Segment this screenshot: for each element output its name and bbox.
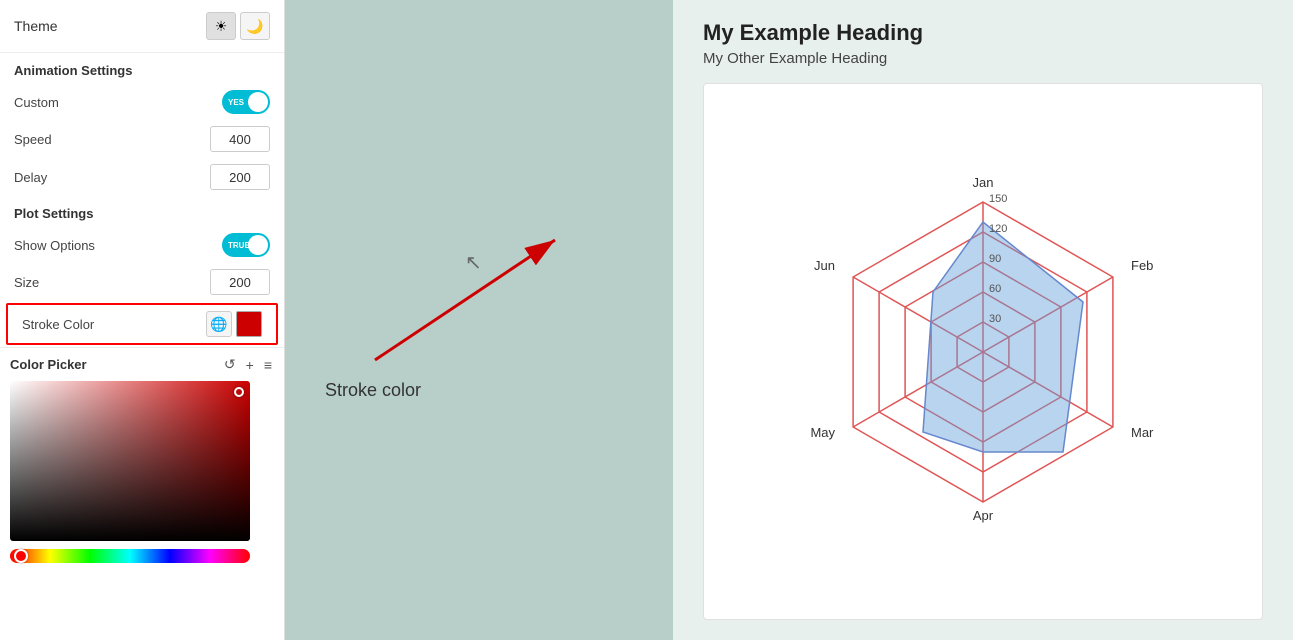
grid-value-150: 150 (989, 193, 1007, 205)
chart-container: 150 120 90 60 30 Jan Feb Mar Apr May Jun (703, 83, 1263, 620)
speed-row: Speed (0, 120, 284, 158)
gradient-cursor[interactable] (234, 387, 244, 397)
custom-row: Custom YES (0, 84, 284, 120)
label-apr: Apr (973, 508, 994, 523)
label-mar: Mar (1131, 425, 1154, 440)
grid-value-30: 30 (989, 313, 1001, 325)
animation-settings-title: Animation Settings (0, 53, 284, 84)
custom-toggle-text: YES (228, 98, 244, 107)
globe-button[interactable]: 🌐 (206, 311, 232, 337)
theme-toggle-group: ☀ 🌙 (206, 12, 270, 40)
show-options-row: Show Options TRUE (0, 227, 284, 263)
size-input[interactable] (210, 269, 270, 295)
color-picker-section: Color Picker ↺ + ≡ (0, 347, 284, 577)
delay-row: Delay (0, 158, 284, 196)
theme-label: Theme (14, 18, 58, 34)
color-picker-header: Color Picker ↺ + ≡ (10, 356, 274, 373)
custom-label: Custom (14, 95, 59, 110)
color-picker-title: Color Picker (10, 357, 87, 372)
custom-toggle[interactable]: YES (222, 90, 270, 114)
show-options-toggle-text: TRUE (228, 241, 250, 250)
size-row: Size (0, 263, 284, 301)
theme-dark-button[interactable]: 🌙 (240, 12, 270, 40)
grid-value-120: 120 (989, 223, 1007, 235)
chart-sub-heading: My Other Example Heading (703, 50, 1263, 67)
undo-button[interactable]: ↺ (222, 356, 238, 373)
speed-label: Speed (14, 132, 52, 147)
right-panel: My Example Heading My Other Example Head… (673, 0, 1293, 640)
menu-button[interactable]: ≡ (262, 357, 274, 373)
chart-main-heading: My Example Heading (703, 20, 1263, 46)
label-may: May (810, 425, 835, 440)
stroke-color-row: Stroke Color 🌐 (6, 303, 278, 345)
arrow-svg (315, 200, 565, 400)
show-options-toggle[interactable]: TRUE (222, 233, 270, 257)
color-gradient[interactable] (10, 381, 250, 541)
radar-chart: 150 120 90 60 30 Jan Feb Mar Apr May Jun (753, 132, 1213, 572)
grid-value-90: 90 (989, 253, 1001, 265)
theme-row: Theme ☀ 🌙 (0, 0, 284, 53)
stroke-color-label: Stroke Color (22, 317, 94, 332)
hue-cursor (14, 549, 28, 563)
middle-area: Stroke color ↖ (285, 0, 673, 640)
delay-label: Delay (14, 170, 47, 185)
cursor-pointer: ↖ (465, 250, 482, 275)
show-options-label: Show Options (14, 238, 95, 253)
plot-settings-title: Plot Settings (0, 196, 284, 227)
add-color-button[interactable]: + (244, 357, 256, 373)
annotation-label: Stroke color (325, 380, 421, 401)
color-picker-actions: ↺ + ≡ (222, 356, 274, 373)
grid-value-60: 60 (989, 283, 1001, 295)
color-controls: 🌐 (206, 311, 262, 337)
left-panel: Theme ☀ 🌙 Animation Settings Custom YES … (0, 0, 285, 640)
size-label: Size (14, 275, 39, 290)
color-swatch[interactable] (236, 311, 262, 337)
label-feb: Feb (1131, 258, 1153, 273)
label-jan: Jan (973, 175, 994, 190)
speed-input[interactable] (210, 126, 270, 152)
delay-input[interactable] (210, 164, 270, 190)
hue-slider[interactable] (10, 549, 250, 563)
theme-light-button[interactable]: ☀ (206, 12, 236, 40)
label-jun: Jun (814, 258, 835, 273)
